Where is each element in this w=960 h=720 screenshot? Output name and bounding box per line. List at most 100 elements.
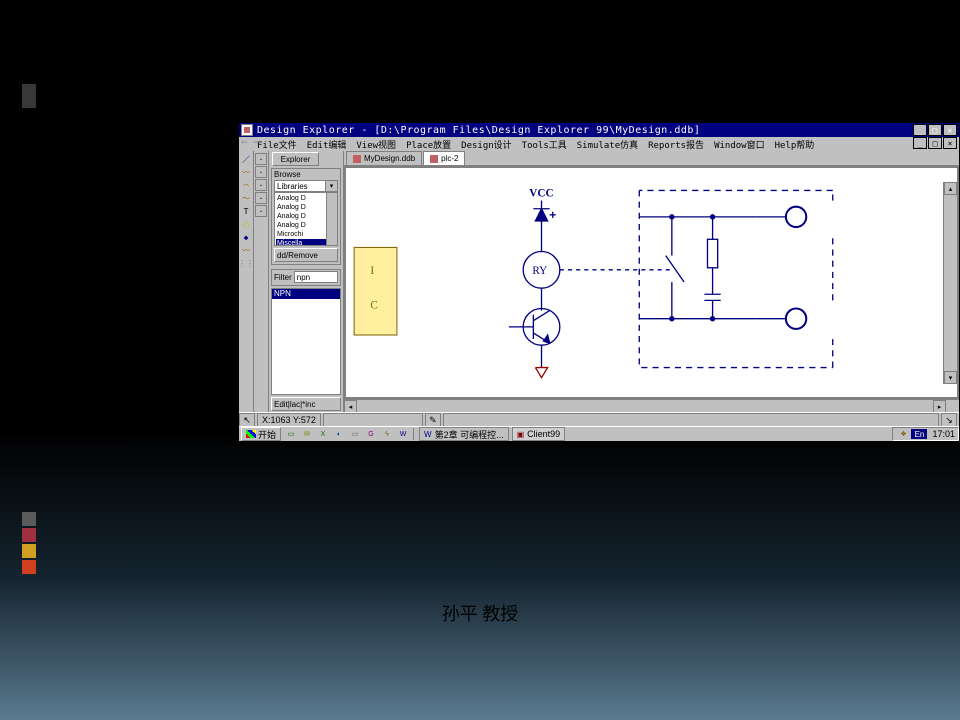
browse-label: Browse <box>274 170 338 179</box>
menu-item[interactable]: Tools工具 <box>522 141 567 151</box>
menu-item[interactable]: Design设计 <box>461 141 512 151</box>
component-label-i: I <box>370 265 374 277</box>
task-icon: ▣ <box>517 430 525 439</box>
menu-item[interactable]: View视图 <box>356 141 396 151</box>
libraries-combobox[interactable]: Libraries ▾ <box>274 180 338 192</box>
tool-button[interactable]: 〜 <box>240 192 252 204</box>
libraries-combobox-value: Libraries <box>277 182 308 191</box>
tool-button[interactable]: ／ <box>240 153 252 165</box>
menu-item[interactable]: Edit编辑 <box>307 141 347 151</box>
toolstrip-drawing: ／〰⌒〜T□◆〰⋮⋮ <box>239 151 254 413</box>
tool-button[interactable]: · <box>255 153 267 165</box>
tool-button[interactable]: 〰 <box>240 244 252 256</box>
relay-label: RY <box>532 265 547 277</box>
language-indicator[interactable]: En <box>911 429 927 439</box>
minimize-button[interactable]: _ <box>913 124 927 136</box>
quicklaunch-icon[interactable]: ▭ <box>348 428 362 440</box>
menu-item[interactable]: File文件 <box>257 141 297 151</box>
accent-bar <box>22 544 36 558</box>
document-tabs: MyDesign.ddb plc-2 <box>344 151 959 166</box>
libraries-listbox[interactable]: Analog DAnalog DAnalog DAnalog DMicrochi… <box>274 192 338 246</box>
design-explorer-window: Design Explorer - [D:\Program Files\Desi… <box>238 122 960 442</box>
app-icon <box>241 124 253 136</box>
filter-input[interactable]: npn <box>294 271 338 283</box>
task-icon: W <box>424 430 432 439</box>
document-area: MyDesign.ddb plc-2 I C VCC <box>344 151 959 413</box>
quicklaunch-icon[interactable]: ✉ <box>300 428 314 440</box>
filter-input-value: npn <box>297 273 310 282</box>
tool-button[interactable]: · <box>255 166 267 178</box>
scroll-down-icon[interactable]: ▾ <box>944 371 957 384</box>
menu-item[interactable]: Reports报告 <box>648 141 704 151</box>
menu-item[interactable]: Simulate仿真 <box>577 141 638 151</box>
doc-maximize-button[interactable]: □ <box>928 137 942 149</box>
tool-button[interactable]: · <box>255 192 267 204</box>
titlebar[interactable]: Design Explorer - [D:\Program Files\Desi… <box>239 123 959 137</box>
window-title: Design Explorer - [D:\Program Files\Desi… <box>257 125 700 136</box>
quicklaunch-icon[interactable]: X <box>316 428 330 440</box>
status-pencil-icon: ✎ <box>425 413 441 427</box>
quicklaunch-icon[interactable]: ▭ <box>284 428 298 440</box>
filter-label: Filter <box>274 273 292 282</box>
tool-button[interactable]: ⌒ <box>240 179 252 191</box>
windows-flag-icon <box>246 430 256 438</box>
component-label-c: C <box>370 300 377 312</box>
maximize-button[interactable]: □ <box>928 124 942 136</box>
accent-bar <box>22 560 36 574</box>
tray-icon[interactable]: ❖ <box>897 429 909 439</box>
task-buttons: W第2章 可编程控...▣Client99 <box>416 427 565 441</box>
close-button[interactable]: × <box>943 124 957 136</box>
menu-item[interactable]: Window窗口 <box>714 141 765 151</box>
document-tab[interactable]: plc-2 <box>423 151 465 165</box>
slide-footer: 孙平 教授 <box>0 600 960 626</box>
tool-button[interactable]: 〰 <box>240 166 252 178</box>
accent-bar <box>22 512 36 526</box>
quicklaunch-icon[interactable]: G <box>364 428 378 440</box>
components-listbox[interactable]: NPN <box>271 288 341 395</box>
tool-button[interactable]: · <box>255 179 267 191</box>
nav-arrows-icon[interactable]: ⇦ ⇨ <box>241 137 259 148</box>
vcc-label: VCC <box>529 188 553 200</box>
quicklaunch-icon[interactable]: W <box>396 428 410 440</box>
tool-button[interactable]: · <box>255 205 267 217</box>
explorer-tab[interactable]: Explorer <box>272 152 319 166</box>
toolstrip-aux: ····· <box>254 151 269 413</box>
document-icon <box>353 155 361 163</box>
explorer-panel: Explorer Browse Libraries ▾ Analog DAnal… <box>269 151 344 413</box>
menu-item[interactable]: Help帮助 <box>775 141 815 151</box>
task-label: Client99 <box>527 429 560 439</box>
system-tray: ❖ En 17:01 <box>892 427 959 441</box>
menu-item[interactable]: Place放置 <box>406 141 451 151</box>
schematic-canvas[interactable]: I C VCC <box>345 167 958 398</box>
status-arrow-icon: ↘ <box>941 413 957 427</box>
document-tab-label: MyDesign.ddb <box>364 154 415 163</box>
scrollbar[interactable] <box>326 193 337 245</box>
doc-minimize-button[interactable]: _ <box>913 137 927 149</box>
quicklaunch-icon[interactable]: ϟ <box>380 428 394 440</box>
taskbar-button[interactable]: ▣Client99 <box>512 427 566 441</box>
tool-button[interactable]: ⋮⋮ <box>240 257 252 269</box>
document-icon <box>430 155 438 163</box>
vertical-scrollbar[interactable]: ▴ ▾ <box>943 182 957 384</box>
scroll-up-icon[interactable]: ▴ <box>944 182 957 195</box>
start-button[interactable]: 开始 <box>241 427 281 441</box>
taskbar-button[interactable]: W第2章 可编程控... <box>419 427 509 441</box>
start-label: 开始 <box>258 428 276 441</box>
quick-launch: ▭✉X◐▭GϟW <box>283 428 411 440</box>
tool-button[interactable]: T <box>240 205 252 217</box>
edit-place-include-button[interactable]: Edit|lac|*inc <box>271 397 341 411</box>
document-tab[interactable]: MyDesign.ddb <box>346 151 422 165</box>
chevron-down-icon: ▾ <box>325 181 337 191</box>
quicklaunch-icon[interactable]: ◐ <box>332 428 346 440</box>
menubar: ⇦ ⇨ File文件 Edit编辑 View视图 Place放置 Design设计 Too… <box>239 137 959 152</box>
add-remove-button[interactable]: dd/Remove <box>274 248 338 262</box>
clock: 17:01 <box>932 429 955 439</box>
tool-button[interactable]: ◆ <box>240 231 252 243</box>
list-item[interactable]: NPN <box>272 289 340 299</box>
horizontal-scrollbar[interactable]: ◂ ▸ <box>344 399 959 413</box>
accent-bar <box>22 528 36 542</box>
status-cursor-icon: ↖ <box>239 413 255 427</box>
doc-close-button[interactable]: × <box>943 137 957 149</box>
tool-button[interactable]: □ <box>240 218 252 230</box>
taskbar: 开始 ▭✉X◐▭GϟW W第2章 可编程控...▣Client99 ❖ En 1… <box>239 426 959 441</box>
